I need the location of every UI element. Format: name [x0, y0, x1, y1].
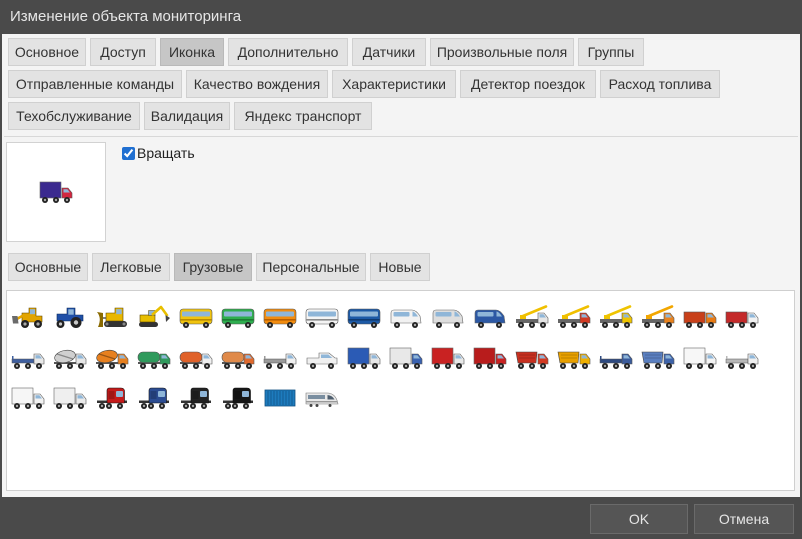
cement-mixer-icon[interactable] — [91, 338, 133, 379]
truck-icon[interactable] — [721, 297, 763, 338]
dialog-content: Основное Доступ Иконка Дополнительно Дат… — [2, 34, 800, 497]
divider — [4, 136, 798, 137]
box-truck-icon[interactable] — [427, 338, 469, 379]
tanker-truck-icon[interactable] — [175, 338, 217, 379]
icon-category-cars[interactable]: Легковые — [92, 253, 170, 281]
edit-unit-dialog: Изменение объекта мониторинга Основное Д… — [0, 0, 802, 539]
tab-basic[interactable]: Основное — [8, 38, 86, 66]
dialog-title: Изменение объекта мониторинга — [10, 8, 242, 25]
crane-truck-icon[interactable] — [595, 297, 637, 338]
box-truck-icon[interactable] — [679, 338, 721, 379]
crane-truck-icon[interactable] — [553, 297, 595, 338]
tab-row: Техобслуживание Валидация Яндекс транспо… — [8, 102, 720, 130]
tanker-truck-icon[interactable] — [217, 338, 259, 379]
semi-truck-icon[interactable] — [91, 378, 133, 419]
tractor-icon[interactable] — [49, 297, 91, 338]
semi-truck-icon[interactable] — [217, 378, 259, 419]
tab-trip-detector[interactable]: Детектор поездок — [460, 70, 596, 98]
bus-icon[interactable] — [259, 297, 301, 338]
crane-truck-icon[interactable] — [637, 297, 679, 338]
tab-validation[interactable]: Валидация — [144, 102, 230, 130]
van-icon[interactable] — [385, 297, 427, 338]
icon-category-personal[interactable]: Персональные — [256, 253, 366, 281]
rotate-checkbox[interactable] — [122, 146, 135, 160]
selected-icon-preview — [6, 142, 106, 242]
tanker-truck-icon[interactable] — [133, 338, 175, 379]
icon-category-tabs: Основные Легковые Грузовые Персональные … — [8, 253, 430, 281]
van-icon[interactable] — [427, 297, 469, 338]
truck-icon[interactable] — [679, 297, 721, 338]
semi-truck-icon[interactable] — [133, 378, 175, 419]
flatbed-truck-icon[interactable] — [721, 338, 763, 379]
rotate-label: Вращать — [137, 145, 195, 161]
tab-maintenance[interactable]: Техобслуживание — [8, 102, 140, 130]
box-truck-icon[interactable] — [385, 338, 427, 379]
tab-advanced[interactable]: Дополнительно — [228, 38, 348, 66]
container-icon[interactable] — [259, 378, 301, 419]
train-icon[interactable] — [301, 378, 343, 419]
box-truck-icon[interactable] — [7, 378, 49, 419]
tab-yandex-transport[interactable]: Яндекс транспорт — [234, 102, 372, 130]
dump-truck-icon[interactable] — [511, 338, 553, 379]
title-bar[interactable]: Изменение объекта мониторинга — [0, 0, 802, 34]
tab-custom-fields[interactable]: Произвольные поля — [430, 38, 574, 66]
dialog-footer: OK Отмена — [0, 497, 802, 539]
tab-bar: Основное Доступ Иконка Дополнительно Дат… — [8, 38, 720, 134]
tab-row: Основное Доступ Иконка Дополнительно Дат… — [8, 38, 720, 66]
box-truck-icon — [39, 179, 73, 205]
icon-grid — [7, 291, 794, 419]
tab-sent-commands[interactable]: Отправленные команды — [8, 70, 182, 98]
tab-sensors[interactable]: Датчики — [352, 38, 426, 66]
van-icon[interactable] — [469, 297, 511, 338]
flatbed-truck-icon[interactable] — [595, 338, 637, 379]
rotate-option[interactable]: Вращать — [122, 145, 195, 161]
icon-category-new[interactable]: Новые — [370, 253, 430, 281]
icon-library — [6, 290, 795, 491]
icon-category-basic[interactable]: Основные — [8, 253, 88, 281]
excavator-icon[interactable] — [133, 297, 175, 338]
bus-icon[interactable] — [301, 297, 343, 338]
tab-driving-quality[interactable]: Качество вождения — [186, 70, 328, 98]
bulldozer-icon[interactable] — [91, 297, 133, 338]
cancel-button[interactable]: Отмена — [694, 504, 794, 534]
flatbed-truck-icon[interactable] — [259, 338, 301, 379]
bus-icon[interactable] — [175, 297, 217, 338]
bus-icon[interactable] — [217, 297, 259, 338]
dump-truck-icon[interactable] — [553, 338, 595, 379]
tab-icon[interactable]: Иконка — [160, 38, 224, 66]
semi-truck-icon[interactable] — [175, 378, 217, 419]
box-truck-icon[interactable] — [469, 338, 511, 379]
tab-row: Отправленные команды Качество вождения Х… — [8, 70, 720, 98]
box-truck-icon[interactable] — [49, 378, 91, 419]
dump-truck-icon[interactable] — [637, 338, 679, 379]
pickup-icon[interactable] — [301, 338, 343, 379]
flatbed-truck-icon[interactable] — [7, 338, 49, 379]
bus-icon[interactable] — [343, 297, 385, 338]
tab-fuel-consumption[interactable]: Расход топлива — [600, 70, 720, 98]
tab-access[interactable]: Доступ — [90, 38, 156, 66]
icon-category-trucks[interactable]: Грузовые — [174, 253, 252, 281]
cement-mixer-icon[interactable] — [49, 338, 91, 379]
wheel-loader-icon[interactable] — [7, 297, 49, 338]
box-truck-icon[interactable] — [343, 338, 385, 379]
tab-groups[interactable]: Группы — [578, 38, 644, 66]
crane-truck-icon[interactable] — [511, 297, 553, 338]
tab-characteristics[interactable]: Характеристики — [332, 70, 456, 98]
ok-button[interactable]: OK — [590, 504, 688, 534]
